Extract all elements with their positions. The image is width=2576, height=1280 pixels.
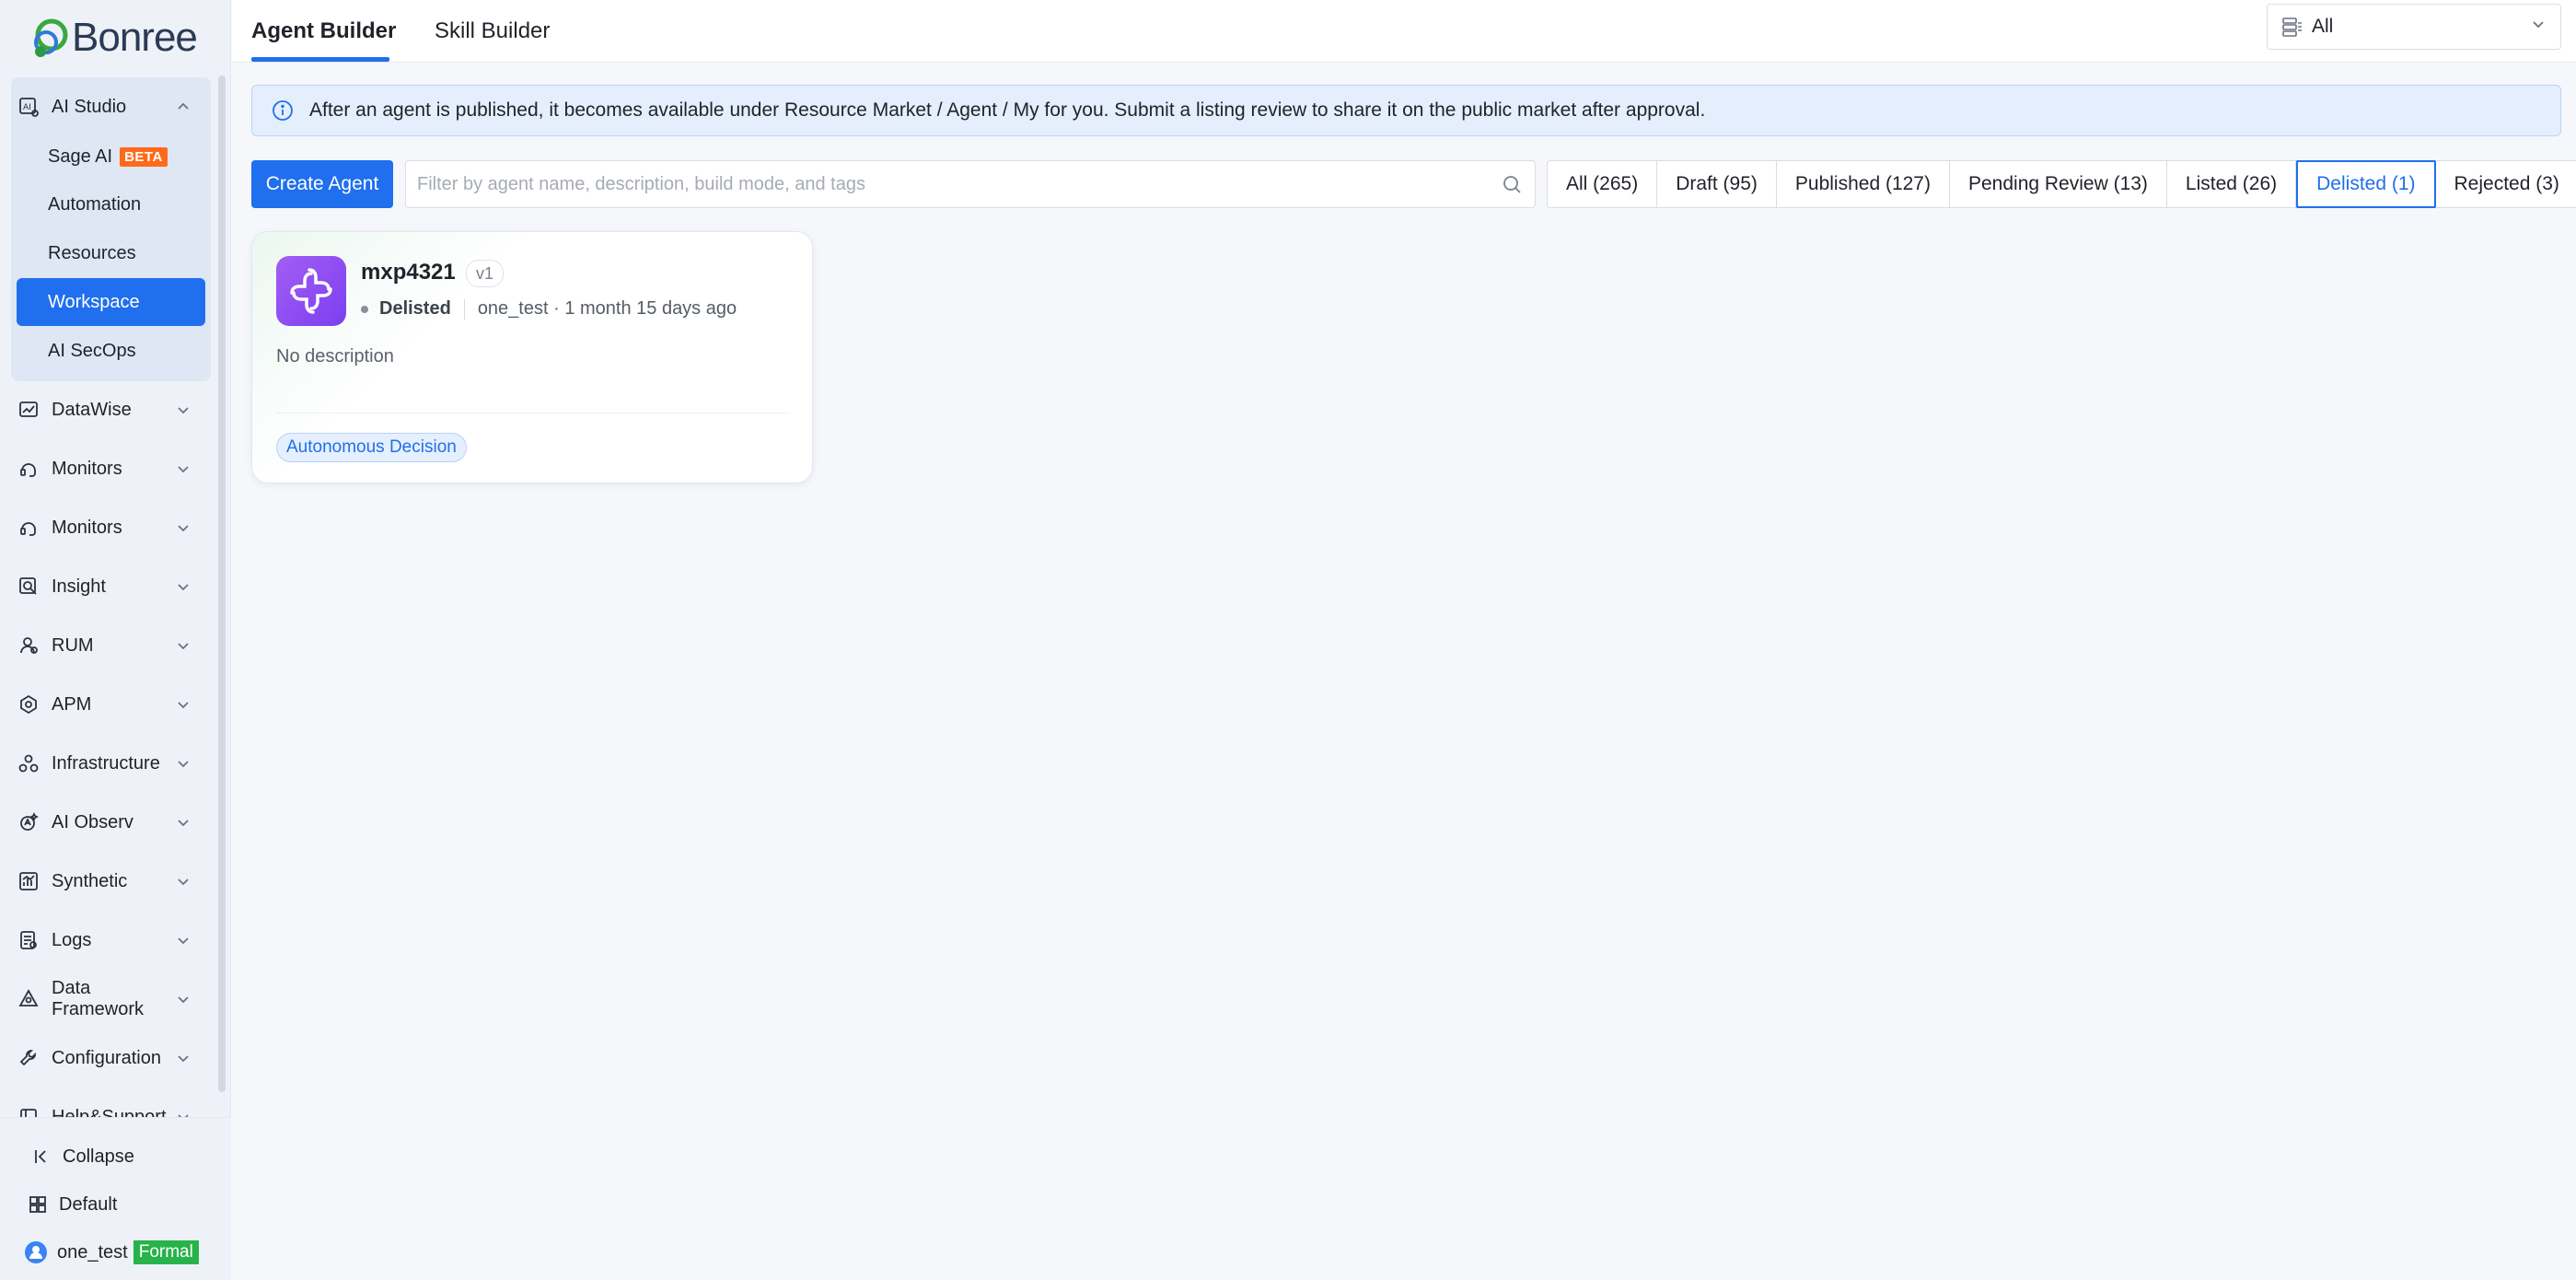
book-icon bbox=[17, 1105, 41, 1117]
insight-icon bbox=[17, 575, 41, 599]
svg-text:AI: AI bbox=[23, 103, 31, 112]
ai-studio-icon: AI bbox=[17, 95, 41, 119]
sidebar-group-help-support[interactable]: Help&Support bbox=[7, 1093, 199, 1117]
username: one_test bbox=[57, 1241, 128, 1263]
collapse-icon bbox=[29, 1145, 53, 1169]
filter-rejected[interactable]: Rejected (3) bbox=[2436, 161, 2576, 207]
agent-name: mxp4321 bbox=[361, 260, 456, 285]
wrench-icon bbox=[17, 1046, 41, 1070]
meta-divider bbox=[463, 298, 465, 320]
sidebar-group-logs[interactable]: Logs bbox=[7, 916, 199, 964]
info-icon bbox=[271, 99, 295, 122]
scope-select-value: All bbox=[2312, 16, 2334, 37]
sidebar-item-ai-secops[interactable]: AI SecOps bbox=[17, 327, 205, 375]
filter-pending-review[interactable]: Pending Review (13) bbox=[1950, 161, 2167, 207]
search-icon[interactable] bbox=[1500, 172, 1524, 196]
sidebar: Bonree AI AI Studio Sage AI BETA Automat… bbox=[0, 0, 231, 1280]
info-banner-text: After an agent is published, it becomes … bbox=[309, 99, 1706, 121]
info-banner: After an agent is published, it becomes … bbox=[251, 85, 2561, 136]
infrastructure-icon bbox=[17, 751, 41, 775]
collapse-button[interactable]: Collapse bbox=[29, 1138, 134, 1175]
sidebar-group-synthetic[interactable]: Synthetic bbox=[7, 857, 199, 905]
scope-select[interactable]: All bbox=[2267, 4, 2561, 50]
agent-tag: Autonomous Decision bbox=[276, 433, 467, 462]
chevron-down-icon bbox=[173, 635, 193, 656]
agent-logo-icon bbox=[290, 268, 332, 314]
chevron-down-icon bbox=[173, 989, 193, 1009]
apm-icon bbox=[17, 692, 41, 716]
sidebar-group-apm[interactable]: APM bbox=[7, 681, 199, 728]
chevron-down-icon bbox=[173, 518, 193, 538]
sidebar-item-sage-ai[interactable]: Sage AI BETA bbox=[17, 133, 205, 180]
chevron-down-icon bbox=[173, 812, 193, 832]
chevron-down-icon bbox=[173, 1048, 193, 1068]
status-dot bbox=[361, 305, 368, 313]
agent-card[interactable]: mxp4321 v1 Delisted one_test · 1 month 1… bbox=[251, 231, 813, 483]
chevron-up-icon bbox=[173, 97, 193, 117]
sidebar-group-insight[interactable]: Insight bbox=[7, 563, 199, 611]
filter-draft[interactable]: Draft (95) bbox=[1657, 161, 1777, 207]
synthetic-icon bbox=[17, 869, 41, 893]
brand-name: Bonree bbox=[72, 15, 198, 60]
chart-icon bbox=[17, 398, 41, 422]
sidebar-group-monitors-2[interactable]: Monitors bbox=[7, 504, 199, 552]
sidebar-group-configuration[interactable]: Configuration bbox=[7, 1034, 199, 1082]
sidebar-item-resources[interactable]: Resources bbox=[17, 229, 205, 277]
status-filter-group: All (265) Draft (95) Published (127) Pen… bbox=[1547, 160, 2576, 208]
agent-version-badge: v1 bbox=[466, 260, 505, 287]
sidebar-group-infrastructure[interactable]: Infrastructure bbox=[7, 739, 199, 787]
sidebar-item-automation[interactable]: Automation bbox=[17, 180, 205, 228]
filter-listed[interactable]: Listed (26) bbox=[2167, 161, 2297, 207]
chevron-down-icon bbox=[173, 1107, 193, 1117]
agent-avatar bbox=[276, 256, 346, 326]
chevron-down-icon bbox=[173, 753, 193, 774]
chevron-down-icon bbox=[2529, 15, 2547, 39]
headset-icon bbox=[17, 457, 41, 481]
default-workspace-button[interactable]: Default bbox=[26, 1186, 117, 1223]
sidebar-group-rum[interactable]: RUM bbox=[7, 622, 199, 669]
chevron-down-icon bbox=[173, 871, 193, 891]
tab-agent-builder[interactable]: Agent Builder bbox=[251, 0, 396, 63]
database-list-icon bbox=[2280, 15, 2304, 39]
agent-description: No description bbox=[276, 346, 394, 367]
agent-search bbox=[405, 160, 1536, 208]
top-bar: Agent Builder Skill Builder bbox=[232, 0, 2576, 63]
ai-observ-icon bbox=[17, 810, 41, 834]
beta-badge: BETA bbox=[120, 146, 168, 167]
chevron-down-icon bbox=[173, 459, 193, 479]
filter-all[interactable]: All (265) bbox=[1548, 161, 1658, 207]
sidebar-footer: Collapse Default one_test Formal bbox=[0, 1117, 231, 1280]
agent-search-input[interactable] bbox=[417, 173, 1500, 195]
agent-status: Delisted bbox=[379, 298, 451, 319]
sidebar-group-ai-studio[interactable]: AI AI Studio bbox=[7, 83, 199, 131]
bonree-logo-icon bbox=[34, 18, 68, 57]
user-menu[interactable]: one_test Formal bbox=[24, 1234, 199, 1271]
chevron-down-icon bbox=[173, 694, 193, 715]
sidebar-item-workspace[interactable]: Workspace bbox=[17, 278, 205, 326]
sidebar-group-ai-observ[interactable]: AI Observ bbox=[7, 798, 199, 846]
tab-skill-builder[interactable]: Skill Builder bbox=[435, 0, 550, 63]
user-icon bbox=[17, 634, 41, 657]
sidebar-scrollbar[interactable] bbox=[218, 76, 226, 1092]
sidebar-group-datawise[interactable]: DataWise bbox=[7, 386, 199, 434]
active-tab-indicator bbox=[251, 57, 389, 62]
chevron-down-icon bbox=[173, 400, 193, 420]
sidebar-nav: AI AI Studio Sage AI BETA Automation Res… bbox=[0, 72, 231, 1117]
logs-icon bbox=[17, 928, 41, 952]
agent-meta: Delisted one_test · 1 month 15 days ago bbox=[361, 298, 737, 320]
env-badge: Formal bbox=[133, 1240, 199, 1264]
chevron-down-icon bbox=[173, 576, 193, 597]
data-framework-icon bbox=[17, 987, 41, 1011]
create-agent-button[interactable]: Create Agent bbox=[251, 160, 393, 208]
filter-delisted[interactable]: Delisted (1) bbox=[2296, 160, 2436, 208]
sidebar-group-monitors[interactable]: Monitors bbox=[7, 445, 199, 493]
agent-owner-time: one_test · 1 month 15 days ago bbox=[477, 298, 737, 319]
filter-published[interactable]: Published (127) bbox=[1777, 161, 1950, 207]
headset-icon bbox=[17, 516, 41, 540]
grid-icon bbox=[26, 1193, 50, 1216]
brand-logo[interactable]: Bonree bbox=[28, 15, 198, 61]
chevron-down-icon bbox=[173, 930, 193, 950]
user-avatar-icon bbox=[24, 1240, 48, 1264]
sidebar-group-data-framework[interactable]: Data Framework bbox=[7, 975, 199, 1023]
